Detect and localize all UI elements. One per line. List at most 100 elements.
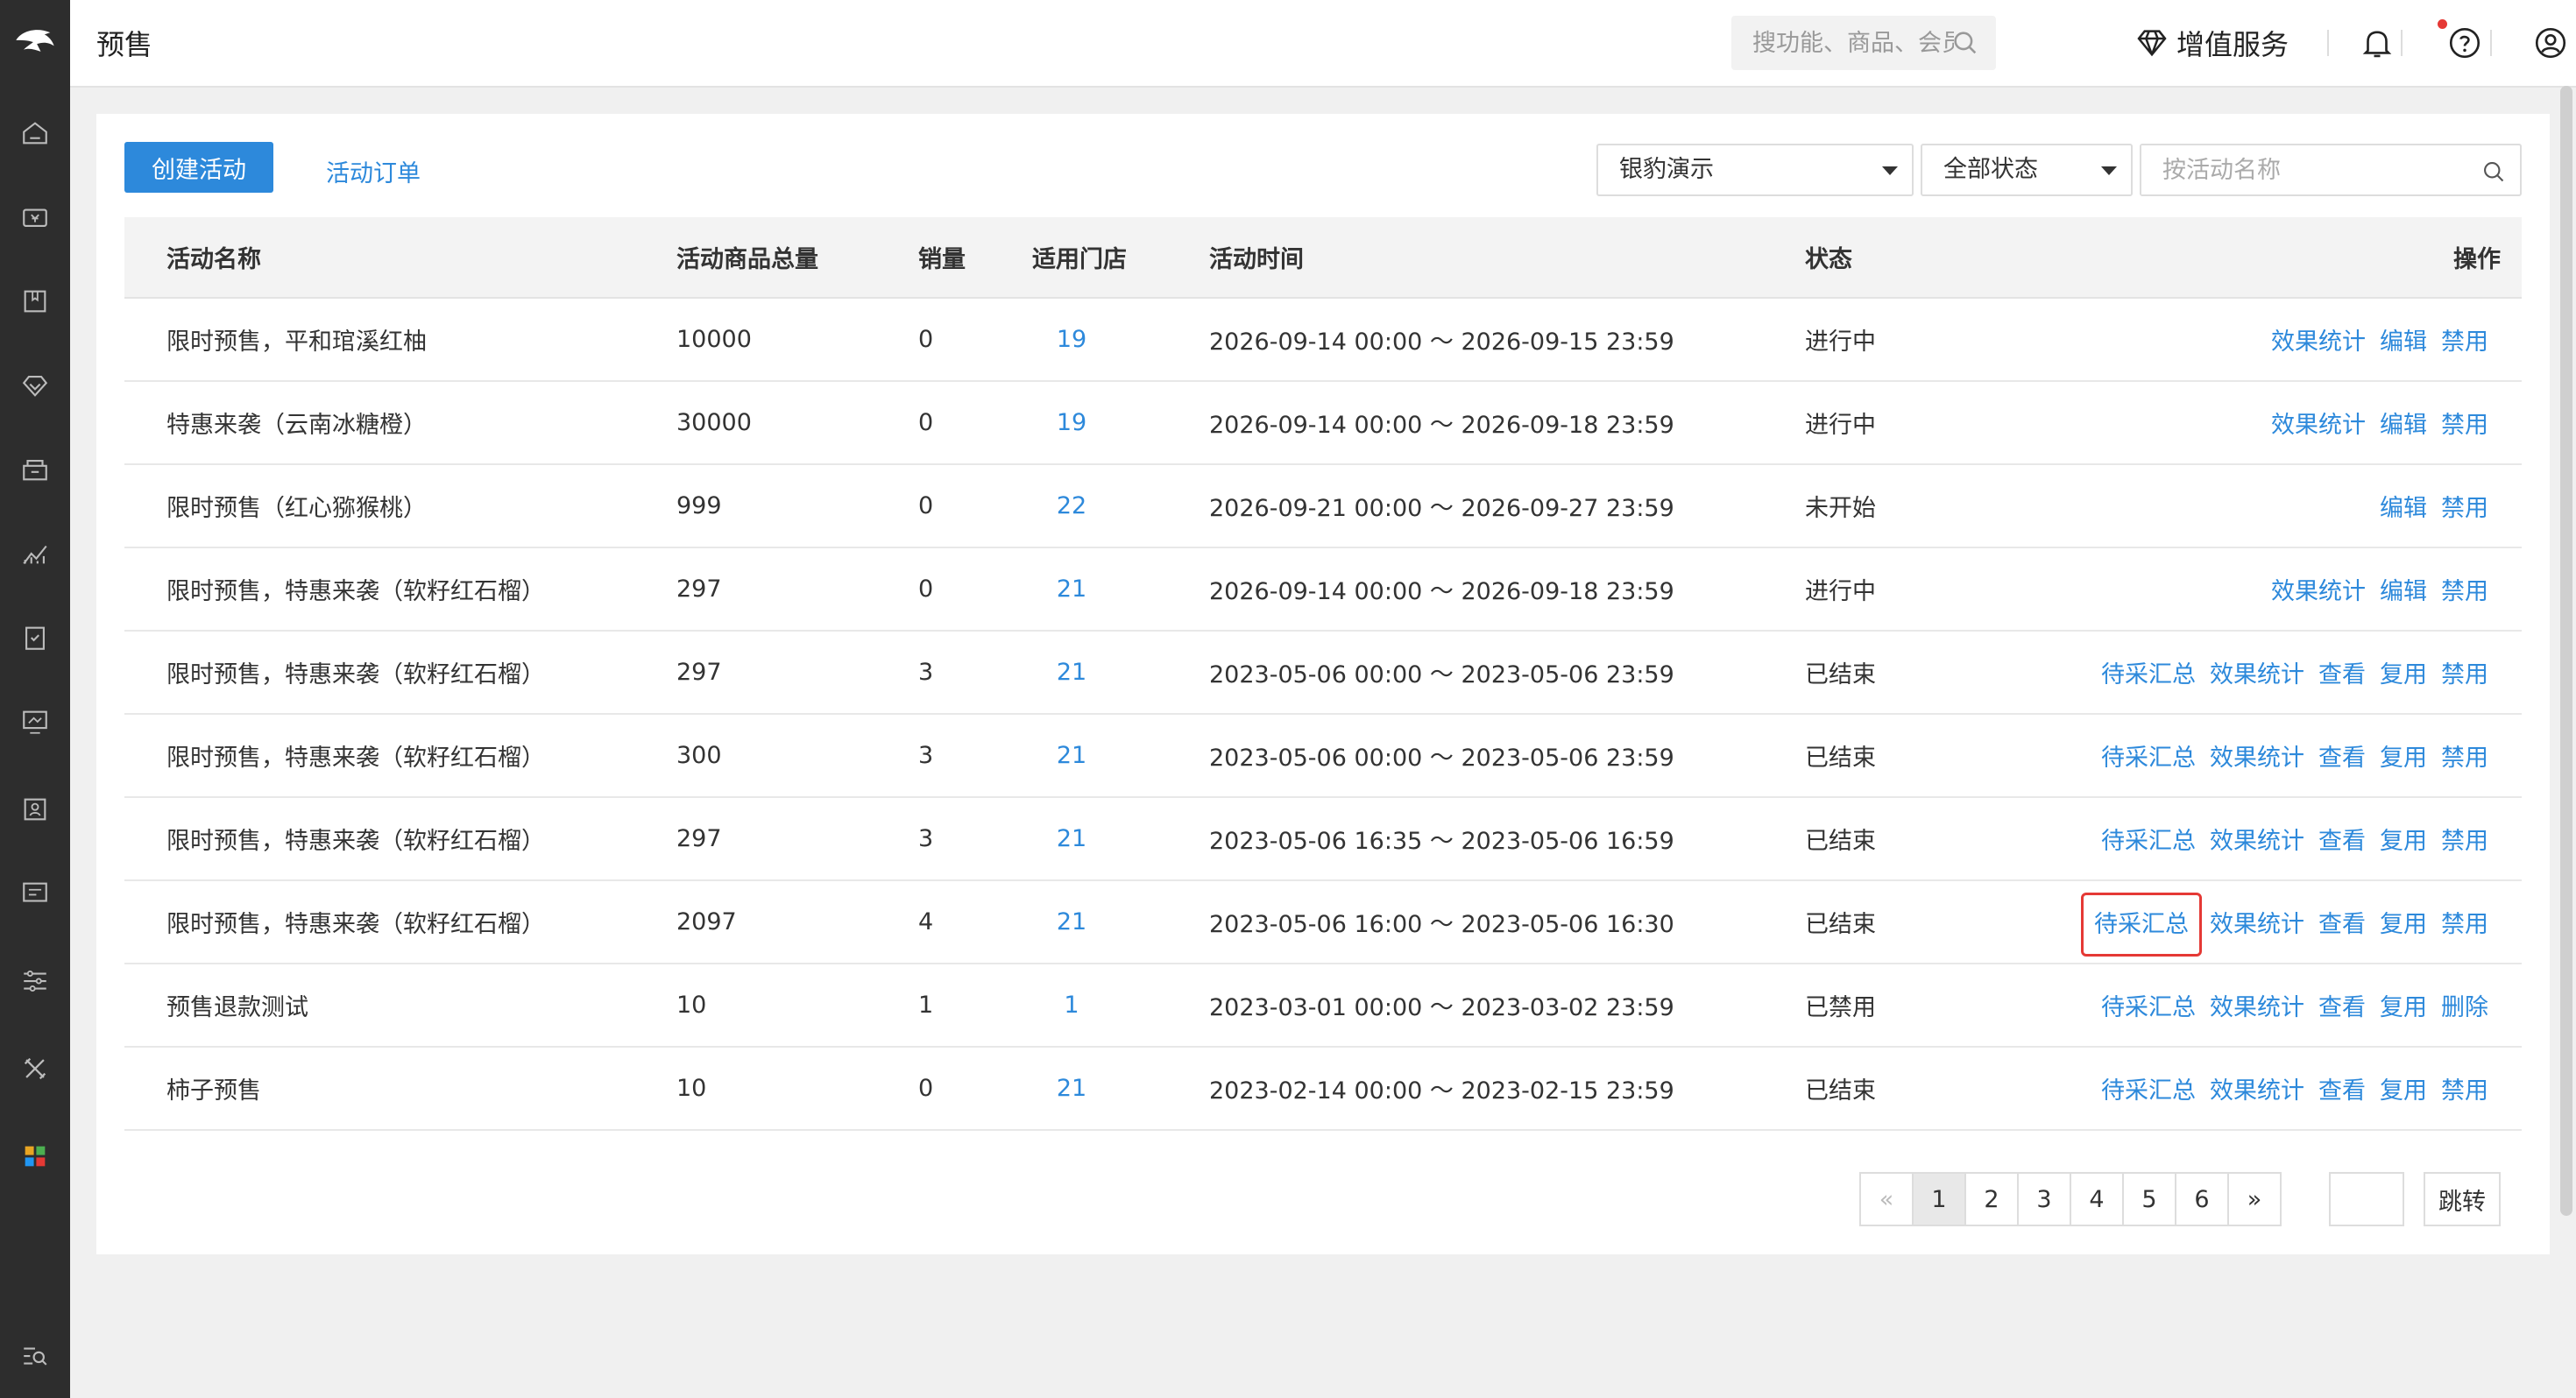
page-next-button[interactable]: » [2227, 1172, 2282, 1226]
help-icon[interactable] [2446, 25, 2483, 61]
activity-name-input[interactable] [2141, 145, 2478, 194]
search-icon[interactable] [1950, 28, 1980, 58]
store-count-link[interactable]: 19 [1032, 326, 1111, 353]
global-search-input[interactable] [1731, 16, 1954, 70]
operation-link[interactable]: 编辑 [2380, 328, 2427, 356]
operation-link[interactable]: 效果统计 [2210, 911, 2304, 938]
apps-icon[interactable] [18, 1139, 53, 1174]
operation-link[interactable]: 效果统计 [2210, 994, 2304, 1021]
wallet-icon[interactable] [18, 200, 53, 235]
operation-link[interactable]: 待采汇总 [2101, 1077, 2196, 1105]
page-button[interactable]: 3 [2017, 1172, 2071, 1226]
operation-link[interactable]: 编辑 [2380, 495, 2427, 522]
sales-count: 4 [918, 908, 934, 936]
operation-link[interactable]: 删除 [2441, 994, 2488, 1021]
store-count-link[interactable]: 22 [1032, 492, 1111, 519]
operation-link[interactable]: 效果统计 [2271, 328, 2366, 356]
operation-link[interactable]: 效果统计 [2271, 412, 2366, 439]
operation-link[interactable]: 待采汇总 [2081, 893, 2202, 957]
operation-link[interactable]: 禁用 [2441, 578, 2488, 605]
status-select[interactable]: 全部状态 [1921, 144, 2133, 196]
operation-link[interactable]: 效果统计 [2210, 745, 2304, 772]
operation-link[interactable]: 查看 [2318, 828, 2366, 855]
search-list-icon[interactable] [18, 1338, 53, 1373]
global-search[interactable] [1731, 16, 1996, 70]
diamond-icon[interactable] [18, 368, 53, 403]
operation-link[interactable]: 效果统计 [2210, 661, 2304, 688]
activity-orders-link[interactable]: 活动订单 [326, 154, 421, 188]
page-button[interactable]: 6 [2175, 1172, 2229, 1226]
home-icon[interactable] [18, 116, 53, 151]
page-button[interactable]: 4 [2070, 1172, 2124, 1226]
create-activity-button[interactable]: 创建活动 [124, 142, 273, 193]
box-icon[interactable] [18, 452, 53, 487]
operation-link[interactable]: 复用 [2380, 911, 2427, 938]
bell-icon[interactable] [2359, 25, 2396, 61]
page-button[interactable]: 2 [1964, 1172, 2019, 1226]
operation-link[interactable]: 禁用 [2441, 495, 2488, 522]
page-jump-button[interactable]: 跳转 [2424, 1172, 2501, 1226]
operation-link[interactable]: 待采汇总 [2101, 828, 2196, 855]
search-icon[interactable] [2481, 159, 2506, 184]
store-select[interactable]: 银豹演示 [1596, 144, 1914, 196]
logo-icon[interactable] [0, 0, 70, 84]
store-count-link[interactable]: 21 [1032, 1075, 1111, 1102]
operation-link[interactable]: 禁用 [2441, 828, 2488, 855]
table-row: 限时预售，平和琯溪红柚 10000 0 19 2026-09-14 00:00 〜 20… [124, 298, 2522, 381]
operation-link[interactable]: 效果统计 [2271, 578, 2366, 605]
store-count-link[interactable]: 21 [1032, 825, 1111, 852]
operation-link[interactable]: 编辑 [2380, 578, 2427, 605]
operation-link[interactable]: 禁用 [2441, 328, 2488, 356]
operation-link[interactable]: 复用 [2380, 745, 2427, 772]
divider [2327, 30, 2329, 56]
book-icon[interactable] [18, 284, 53, 319]
store-select-value: 银豹演示 [1619, 156, 1714, 183]
operation-link[interactable]: 效果统计 [2210, 1077, 2304, 1105]
operation-link[interactable]: 查看 [2318, 661, 2366, 688]
divider [2490, 30, 2492, 56]
operation-link[interactable]: 查看 [2318, 911, 2366, 938]
store-count-link[interactable]: 21 [1032, 659, 1111, 686]
operation-link[interactable]: 复用 [2380, 661, 2427, 688]
operation-link[interactable]: 禁用 [2441, 745, 2488, 772]
operation-link[interactable]: 效果统计 [2210, 828, 2304, 855]
operation-link[interactable]: 禁用 [2441, 1077, 2488, 1105]
chart-icon[interactable] [18, 536, 53, 571]
operation-link[interactable]: 查看 [2318, 994, 2366, 1021]
store-count-link[interactable]: 1 [1032, 992, 1111, 1019]
store-count-link[interactable]: 21 [1032, 575, 1111, 603]
page-jump-input[interactable] [2329, 1172, 2404, 1226]
sliders-icon[interactable] [18, 964, 53, 999]
operation-link[interactable]: 复用 [2380, 994, 2427, 1021]
operation-link[interactable]: 待采汇总 [2101, 745, 2196, 772]
store-count-link[interactable]: 19 [1032, 409, 1111, 436]
clipboard-icon[interactable] [18, 620, 53, 655]
divider [2401, 30, 2403, 56]
page-prev-button[interactable]: « [1859, 1172, 1914, 1226]
id-card-icon[interactable] [18, 792, 53, 827]
page-title: 预售 [96, 28, 153, 61]
store-count-link[interactable]: 21 [1032, 742, 1111, 769]
activity-name-search[interactable] [2140, 144, 2522, 196]
operation-link[interactable]: 复用 [2380, 828, 2427, 855]
operation-link[interactable]: 禁用 [2441, 412, 2488, 439]
stores-cell: 21 [1032, 547, 1209, 631]
tools-icon[interactable] [18, 1051, 53, 1086]
operation-link[interactable]: 禁用 [2441, 911, 2488, 938]
page-button[interactable]: 5 [2122, 1172, 2176, 1226]
store-count-link[interactable]: 21 [1032, 908, 1111, 936]
operation-link[interactable]: 复用 [2380, 1077, 2427, 1105]
report-icon[interactable] [18, 876, 53, 911]
vip-services-button[interactable]: 增值服务 [2134, 23, 2289, 63]
sales-count: 1 [918, 992, 934, 1019]
scrollbar[interactable] [2560, 86, 2572, 1216]
operation-link[interactable]: 编辑 [2380, 412, 2427, 439]
page-button[interactable]: 1 [1912, 1172, 1966, 1226]
operation-link[interactable]: 待采汇总 [2101, 661, 2196, 688]
user-icon[interactable] [2532, 25, 2569, 61]
operation-link[interactable]: 禁用 [2441, 661, 2488, 688]
monitor-icon[interactable] [18, 704, 53, 739]
operation-link[interactable]: 待采汇总 [2101, 994, 2196, 1021]
operation-link[interactable]: 查看 [2318, 745, 2366, 772]
operation-link[interactable]: 查看 [2318, 1077, 2366, 1105]
